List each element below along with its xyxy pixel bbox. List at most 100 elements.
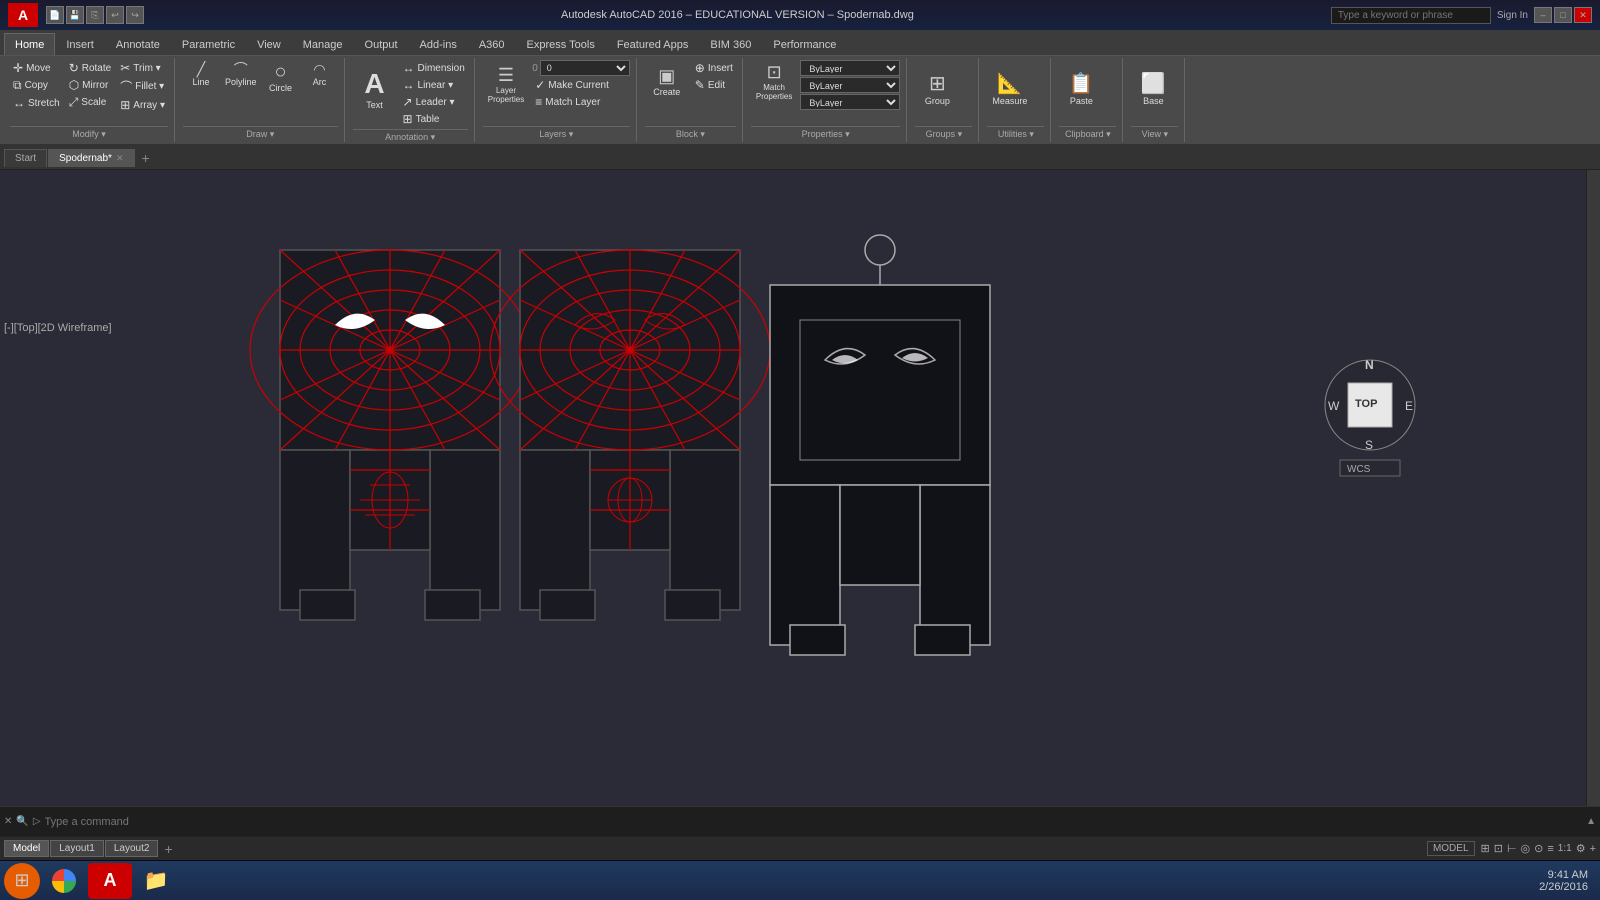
- color-dropdown[interactable]: ByLayer: [800, 60, 900, 76]
- tab-add-ins[interactable]: Add-ins: [409, 33, 468, 55]
- settings-icon[interactable]: ⚙: [1576, 842, 1586, 855]
- taskbar: ⊞ A 📁 9:41 AM 2/26/2016: [0, 860, 1600, 900]
- tab-home[interactable]: Home: [4, 33, 55, 55]
- osnap-icon[interactable]: ⊙: [1534, 842, 1543, 855]
- ribbon-group-clipboard: 📋 Paste Clipboard ▾: [1053, 58, 1123, 142]
- tab-express[interactable]: Express Tools: [516, 33, 606, 55]
- tab-performance[interactable]: Performance: [762, 33, 847, 55]
- undo-button[interactable]: ↩: [106, 6, 124, 24]
- date: 2/26/2016: [1539, 881, 1588, 893]
- make-current-button[interactable]: ✓ Make Current: [532, 77, 630, 93]
- layer-dropdown[interactable]: 0: [540, 60, 630, 76]
- make-current-icon: ✓: [535, 78, 545, 92]
- tab-output[interactable]: Output: [354, 33, 409, 55]
- rotate-button[interactable]: ↻ Rotate: [66, 60, 115, 76]
- scale-button[interactable]: ⤢ Scale: [66, 94, 115, 111]
- tab-view[interactable]: View: [246, 33, 292, 55]
- linear-icon: ↔: [403, 78, 415, 92]
- model-indicator: MODEL: [1427, 841, 1475, 856]
- ortho-icon[interactable]: ⊢: [1507, 842, 1517, 855]
- paste-button[interactable]: 📋 Paste: [1059, 60, 1103, 120]
- lineweight-dropdown[interactable]: ByLayer: [800, 94, 900, 110]
- restore-button[interactable]: □: [1554, 7, 1572, 23]
- doc-tab-close[interactable]: ✕: [116, 153, 124, 164]
- tab-featured[interactable]: Featured Apps: [606, 33, 700, 55]
- titlebar-icon[interactable]: 📄: [46, 6, 64, 24]
- polar-icon[interactable]: ◎: [1521, 842, 1531, 855]
- match-layer-icon: ≡: [535, 95, 542, 109]
- model-tab[interactable]: Model: [4, 840, 49, 857]
- polyline-icon: ⌒: [234, 62, 248, 76]
- leader-button[interactable]: ↗ Leader ▾: [400, 94, 468, 110]
- line-button[interactable]: ╱ Line: [183, 60, 219, 89]
- autocad-button[interactable]: A: [88, 863, 132, 899]
- new-tab-button[interactable]: +: [136, 147, 156, 169]
- tab-parametric[interactable]: Parametric: [171, 33, 246, 55]
- tab-a360[interactable]: A360: [468, 33, 516, 55]
- copy-button[interactable]: ⧉ Copy: [10, 77, 63, 94]
- make-current-label: Make Current: [548, 80, 609, 91]
- close-button[interactable]: ✕: [1574, 7, 1592, 23]
- table-button[interactable]: ⊞ Table: [400, 111, 468, 127]
- new-layout-button[interactable]: +: [159, 839, 177, 859]
- layer-properties-button[interactable]: ☰ LayerProperties: [483, 63, 529, 107]
- search-input[interactable]: [1331, 7, 1491, 24]
- sign-in-button[interactable]: Sign In: [1497, 10, 1528, 21]
- tab-annotate[interactable]: Annotate: [105, 33, 171, 55]
- doc-tab-spodernab[interactable]: Spodernab* ✕: [48, 149, 134, 167]
- move-button[interactable]: ✛ Move: [10, 60, 63, 76]
- circle-button[interactable]: ○ Circle: [263, 60, 299, 95]
- polyline-button[interactable]: ⌒ Polyline: [222, 60, 260, 89]
- drawing-canvas[interactable]: Y X N S E W TOP WCS: [0, 170, 1600, 806]
- rotate-label: Rotate: [82, 63, 111, 74]
- tab-bim360[interactable]: BIM 360: [699, 33, 762, 55]
- dimension-icon: ↔: [403, 61, 415, 75]
- doc-tab-start[interactable]: Start: [4, 149, 47, 167]
- insert-button[interactable]: ⊕ Insert: [692, 60, 736, 76]
- clipboard-group-label: Clipboard ▾: [1059, 126, 1116, 140]
- svg-text:TOP: TOP: [1355, 398, 1377, 410]
- edit-button[interactable]: ✎ Edit: [692, 77, 736, 93]
- match-layer-button[interactable]: ≡ Match Layer: [532, 94, 630, 110]
- grid-icon[interactable]: ⊞: [1481, 842, 1490, 855]
- explorer-button[interactable]: 📁: [134, 863, 178, 899]
- arc-icon: ◠: [313, 62, 325, 76]
- text-button[interactable]: A Text: [353, 60, 397, 120]
- measure-button[interactable]: 📐 Measure: [987, 60, 1032, 120]
- vertical-scrollbar[interactable]: [1586, 170, 1600, 806]
- mirror-icon: ⬡: [69, 78, 79, 92]
- linear-button[interactable]: ↔ Linear ▾: [400, 77, 468, 93]
- titlebar-icon[interactable]: 💾: [66, 6, 84, 24]
- dimension-button[interactable]: ↔ Dimension: [400, 60, 468, 76]
- plus-icon[interactable]: +: [1590, 843, 1596, 855]
- windows-start-button[interactable]: ⊞: [4, 863, 40, 899]
- layout1-tab[interactable]: Layout1: [50, 840, 104, 857]
- cmdline-scroll[interactable]: ▲: [1586, 816, 1596, 827]
- chrome-button[interactable]: [42, 863, 86, 899]
- tab-insert[interactable]: Insert: [55, 33, 105, 55]
- edit-label: Edit: [708, 80, 725, 91]
- titlebar-icon[interactable]: ⎘: [86, 6, 104, 24]
- command-input[interactable]: [45, 816, 1583, 828]
- trim-button[interactable]: ✂ Trim ▾: [117, 60, 168, 76]
- mirror-button[interactable]: ⬡ Mirror: [66, 77, 115, 93]
- tab-manage[interactable]: Manage: [292, 33, 354, 55]
- minimize-button[interactable]: –: [1534, 7, 1552, 23]
- cmdline-icon-search[interactable]: 🔍: [16, 816, 28, 827]
- linetype-dropdown[interactable]: ByLayer: [800, 77, 900, 93]
- fillet-button[interactable]: ⌒ Fillet ▾: [117, 77, 168, 96]
- snap-icon[interactable]: ⊡: [1494, 842, 1503, 855]
- redo-button[interactable]: ↪: [126, 6, 144, 24]
- cmdline-icon-x[interactable]: ✕: [4, 816, 12, 827]
- lineweight-icon[interactable]: ≡: [1547, 843, 1553, 855]
- array-button[interactable]: ⊞ Array ▾: [117, 97, 168, 113]
- doc-tab-start-label: Start: [15, 153, 36, 164]
- match-properties-button[interactable]: ⊡ MatchProperties: [751, 60, 797, 104]
- layout2-tab[interactable]: Layout2: [105, 840, 159, 857]
- fillet-label: Fillet ▾: [135, 81, 164, 92]
- create-button[interactable]: ▣ Create: [645, 60, 689, 104]
- stretch-button[interactable]: ↔ Stretch: [10, 95, 63, 111]
- group-button[interactable]: ⊞ Group: [915, 60, 959, 120]
- base-button[interactable]: ⬜ Base: [1131, 60, 1175, 120]
- arc-button[interactable]: ◠ Arc: [302, 60, 338, 89]
